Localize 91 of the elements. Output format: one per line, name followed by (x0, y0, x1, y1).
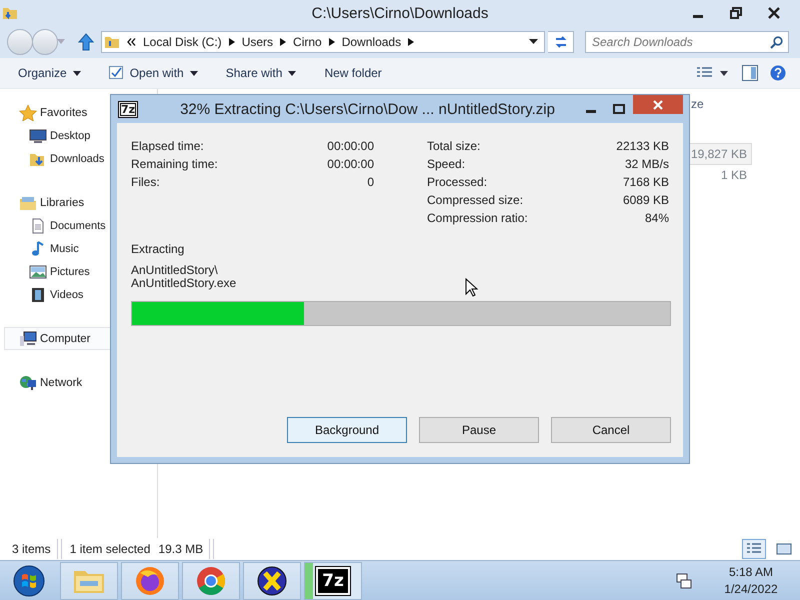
stat-label: Total size: (427, 139, 480, 153)
arrow-icon[interactable] (408, 38, 414, 46)
firefox-taskbar-button[interactable] (121, 562, 179, 600)
caret-icon (72, 70, 81, 76)
search-field[interactable]: Search Downloads (585, 31, 789, 53)
stat-label: Remaining time: (131, 157, 218, 171)
file-path: AnUntitledStory.exe (131, 277, 236, 290)
stat-value: 32 MB/s (624, 157, 669, 171)
details-view-button[interactable] (742, 539, 766, 559)
command-button[interactable]: New folder (316, 64, 390, 82)
restore-icon[interactable] (730, 7, 742, 19)
maximize-icon[interactable] (613, 104, 625, 114)
caret-icon (288, 70, 296, 76)
file-path: AnUntitledStory\ (131, 264, 218, 277)
window-icon (776, 542, 792, 556)
address-bar[interactable]: Local Disk (C:) Users Cirno Downloads (101, 31, 545, 53)
chevron-icon[interactable] (127, 38, 136, 46)
dialog-title: 32% Extracting C:\Users\Cirno\Dow ... nUntitledStory.zip (180, 100, 556, 118)
command-menu[interactable]: Open with (100, 64, 206, 82)
up-arrow-icon[interactable] (78, 33, 94, 51)
library-icon (19, 194, 37, 210)
close-icon[interactable] (768, 7, 780, 19)
xapp-taskbar-button[interactable] (243, 562, 301, 600)
close-button[interactable] (633, 95, 683, 114)
breadcrumb[interactable]: Users (242, 35, 274, 49)
folder-icon (2, 5, 18, 21)
caret-icon (190, 70, 198, 76)
dropdown-icon[interactable] (529, 39, 538, 45)
clock[interactable]: 5:18 AM 1/24/2022 (716, 564, 786, 598)
stat-value: 84% (644, 211, 669, 225)
close-icon (652, 100, 664, 110)
window-title: C:\Users\Cirno\Downloads (312, 4, 488, 22)
organize-menu[interactable]: Organize (10, 64, 89, 82)
dialog-button[interactable]: Pause (419, 417, 539, 443)
stat-label: Elapsed time: (131, 139, 204, 153)
stat-value: 00:00:00 (327, 139, 374, 153)
network-tray-icon[interactable] (675, 572, 693, 590)
videos-icon (29, 286, 47, 302)
chrome-taskbar-button[interactable] (182, 562, 240, 600)
stat-value: 0 (367, 175, 374, 189)
dialog-button[interactable]: Background (287, 417, 407, 443)
command-menu[interactable]: Share with (218, 64, 304, 82)
stat-label: Compressed size: (427, 193, 524, 207)
refresh-button[interactable] (548, 31, 574, 53)
list-icon (746, 542, 762, 556)
clock-time: 5:18 AM (728, 564, 774, 580)
stat-label: Processed: (427, 175, 488, 189)
nav-item[interactable]: Network (4, 371, 157, 394)
star-icon (19, 104, 37, 120)
sevenzip-taskbar-button[interactable]: 7z (304, 562, 362, 600)
stat-label: Files: (131, 175, 160, 189)
breadcrumb[interactable]: Cirno (293, 35, 322, 49)
help-icon[interactable] (770, 65, 786, 81)
desktop-icon (29, 128, 47, 144)
arrow-icon[interactable] (228, 38, 235, 46)
preview-pane-icon[interactable] (742, 65, 758, 81)
view-options-icon[interactable] (696, 66, 730, 80)
clock-date: 1/24/2022 (724, 580, 778, 598)
browser-icon (195, 564, 227, 596)
app-logo: 7z (316, 566, 350, 594)
network-icon (19, 374, 37, 390)
dialog-button[interactable]: Cancel (551, 417, 671, 443)
checkbox-icon (108, 66, 124, 80)
selection-size: 19.3 MB (158, 542, 204, 556)
stat-label: Compression ratio: (427, 211, 528, 225)
breadcrumb[interactable]: Local Disk (C:) (143, 35, 222, 49)
selection-status: 1 item selected (70, 542, 150, 556)
operation-label: Extracting (131, 242, 186, 256)
item-count: 3 items (12, 542, 51, 556)
start-button[interactable] (13, 564, 45, 596)
nav-item[interactable]: Libraries (4, 191, 157, 214)
file-size: 19,827 KB (688, 142, 752, 164)
pictures-icon (29, 264, 47, 280)
arrow-icon[interactable] (280, 38, 286, 46)
computer-icon (19, 330, 37, 346)
nav-item[interactable]: Documents (4, 214, 157, 237)
search-icon[interactable] (770, 36, 783, 49)
folder-icon (104, 34, 120, 50)
column-header[interactable]: ze (691, 97, 704, 111)
stat-value: 22133 KB (616, 139, 669, 153)
arrow-icon[interactable] (328, 38, 335, 46)
stat-value: 6089 KB (622, 193, 669, 207)
file-size: 1 KB (720, 166, 748, 184)
cross-icon (256, 564, 288, 596)
mouse-cursor (465, 278, 478, 297)
stat-value: 7168 KB (622, 175, 669, 189)
browser-icon (134, 564, 166, 596)
breadcrumb[interactable]: Downloads (342, 35, 402, 49)
stat-value: 00:00:00 (327, 157, 374, 171)
stat-label: Speed: (427, 157, 466, 171)
app-logo: 7z (118, 100, 138, 118)
